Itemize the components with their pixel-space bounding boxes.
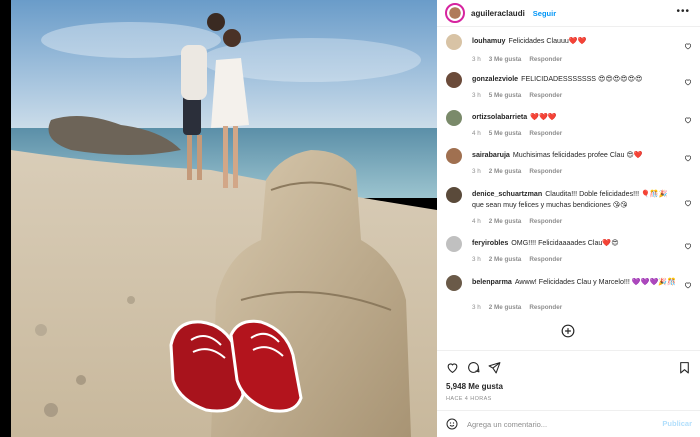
smile-icon[interactable] <box>446 418 458 430</box>
comment-meta: 3 h 5 Me gusta Responder <box>472 92 570 99</box>
comment-time: 3 h <box>472 168 481 175</box>
comment-text: belenparma Awww! Felicidades Clau y Marce… <box>472 277 677 288</box>
publish-button[interactable]: Publicar <box>662 419 692 428</box>
comment-time: 3 h <box>472 304 481 311</box>
comment-time: 3 h <box>472 56 481 63</box>
comment-time: 3 h <box>472 256 481 263</box>
heart-icon[interactable] <box>684 281 692 289</box>
post-header: aguileraclaudi Seguir ••• <box>437 0 700 27</box>
heart-icon[interactable] <box>684 154 692 162</box>
beach-photo-illustration <box>11 0 437 437</box>
post-time: HACE 4 HORAS <box>446 396 492 402</box>
comment-body: OMG!!!! Felicidaaaades Clau❤️😍 <box>511 239 619 247</box>
reply-button[interactable]: Responder <box>529 56 562 63</box>
comment-likes[interactable]: 5 Me gusta <box>489 92 522 99</box>
comment-time: 4 h <box>472 218 481 225</box>
comment-likes[interactable]: 2 Me gusta <box>489 256 522 263</box>
comment-likes[interactable]: 5 Me gusta <box>489 130 522 137</box>
comment-text: denice_schuartzman Claudita!!! Doble feli… <box>472 189 677 211</box>
comment-meta: 3 h 3 Me gusta Responder <box>472 56 570 63</box>
reply-button[interactable]: Responder <box>529 168 562 175</box>
commenter-avatar[interactable] <box>446 187 462 203</box>
heart-icon[interactable] <box>684 42 692 50</box>
comment-text: louhamuy Felicidades Clauuu❤️❤️ <box>472 36 677 47</box>
commenter-avatar[interactable] <box>446 34 462 50</box>
post-photo[interactable] <box>11 0 437 437</box>
comment-text: feryirobles OMG!!!! Felicidaaaades Clau❤️… <box>472 238 677 249</box>
commenter-username[interactable]: ortizsolabarrieta <box>472 113 527 121</box>
comment-body: FELICIDADESSSSSSS 😍😍😍😍😍😍 <box>521 75 643 83</box>
share-icon[interactable] <box>488 361 501 374</box>
scroll-area[interactable] <box>694 27 700 347</box>
reply-button[interactable]: Responder <box>529 92 562 99</box>
commenter-username[interactable]: denice_schuartzman <box>472 190 542 198</box>
comment-meta: 3 h 2 Me gusta Responder <box>472 304 570 311</box>
heart-icon[interactable] <box>684 199 692 207</box>
comment-text: gonzalezviole FELICIDADESSSSSSS 😍😍😍😍😍😍 <box>472 74 677 85</box>
comment-likes[interactable]: 2 Me gusta <box>489 304 522 311</box>
comment-text: sairabaruja Muchisimas felicidades profee… <box>472 150 677 161</box>
commenter-avatar[interactable] <box>446 275 462 291</box>
heart-icon[interactable] <box>684 242 692 250</box>
reply-button[interactable]: Responder <box>529 218 562 225</box>
commenter-avatar[interactable] <box>446 72 462 88</box>
comment-meta: 4 h 2 Me gusta Responder <box>472 218 570 225</box>
author-avatar[interactable] <box>445 3 465 23</box>
comment-text: ortizsolabarrieta ❤️❤️❤️ <box>472 112 677 123</box>
author-username[interactable]: aguileraclaudi <box>471 9 525 18</box>
heart-icon[interactable] <box>446 361 459 374</box>
commenter-username[interactable]: sairabaruja <box>472 151 510 159</box>
comment-time: 3 h <box>472 92 481 99</box>
comment-body: Muchisimas felicidades profee Clau 😍❤️ <box>512 151 643 159</box>
plus-circle-icon[interactable] <box>561 324 575 338</box>
commenter-username[interactable]: gonzalezviole <box>472 75 518 83</box>
comment-icon[interactable] <box>467 361 480 374</box>
post-side-panel: aguileraclaudi Seguir ••• louhamuy Felici… <box>437 0 700 437</box>
bookmark-icon[interactable] <box>678 361 691 374</box>
reply-button[interactable]: Responder <box>529 304 562 311</box>
more-options-icon[interactable]: ••• <box>676 7 690 17</box>
comment-meta: 3 h 2 Me gusta Responder <box>472 168 570 175</box>
comment-meta: 4 h 5 Me gusta Responder <box>472 130 570 137</box>
add-comment-bar: Publicar <box>437 410 700 437</box>
commenter-username[interactable]: feryirobles <box>472 239 508 247</box>
comment-body: Awww! Felicidades Clau y Marcelo!!! 💜💜💜🎉… <box>514 278 676 286</box>
heart-icon[interactable] <box>684 116 692 124</box>
commenter-username[interactable]: belenparma <box>472 278 512 286</box>
reply-button[interactable]: Responder <box>529 256 562 263</box>
reply-button[interactable]: Responder <box>529 130 562 137</box>
commenter-username[interactable]: louhamuy <box>472 37 506 45</box>
comment-likes[interactable]: 3 Me gusta <box>489 56 522 63</box>
comment-body: ❤️❤️❤️ <box>530 113 557 121</box>
comment-meta: 3 h 2 Me gusta Responder <box>472 256 570 263</box>
commenter-avatar[interactable] <box>446 148 462 164</box>
follow-button[interactable]: Seguir <box>533 9 556 18</box>
comment-likes[interactable]: 2 Me gusta <box>489 218 522 225</box>
commenter-avatar[interactable] <box>446 236 462 252</box>
comment-likes[interactable]: 2 Me gusta <box>489 168 522 175</box>
likes-count[interactable]: 5,948 Me gusta <box>446 382 503 391</box>
heart-icon[interactable] <box>684 78 692 86</box>
instagram-post-modal: aguileraclaudi Seguir ••• louhamuy Felici… <box>0 0 700 437</box>
commenter-avatar[interactable] <box>446 110 462 126</box>
comment-body: Felicidades Clauuu❤️❤️ <box>508 37 587 45</box>
comment-input[interactable] <box>467 417 647 431</box>
comment-time: 4 h <box>472 130 481 137</box>
